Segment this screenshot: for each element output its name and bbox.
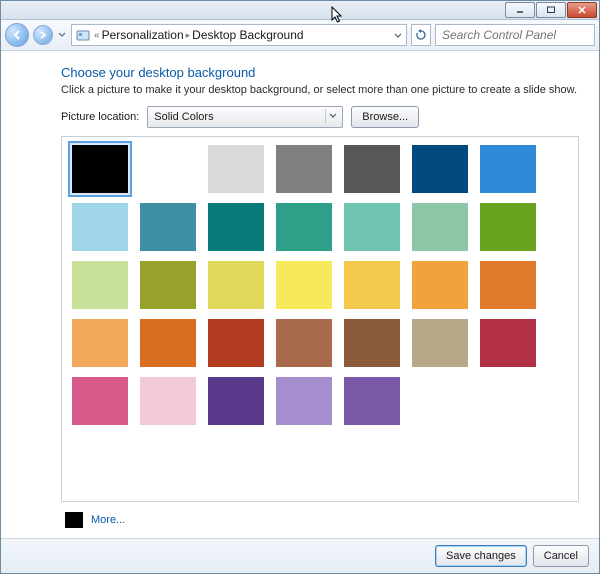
color-swatch[interactable] bbox=[72, 319, 128, 367]
color-swatch[interactable] bbox=[344, 319, 400, 367]
color-swatch[interactable] bbox=[72, 145, 128, 193]
more-link[interactable]: More... bbox=[91, 514, 125, 526]
color-swatch[interactable] bbox=[208, 377, 264, 425]
color-swatch[interactable] bbox=[208, 261, 264, 309]
breadcrumb[interactable]: « Personalization ▸ Desktop Background bbox=[94, 28, 304, 42]
color-swatch[interactable] bbox=[140, 261, 196, 309]
color-swatch[interactable] bbox=[140, 203, 196, 251]
close-button[interactable] bbox=[567, 2, 597, 18]
color-swatch[interactable] bbox=[276, 261, 332, 309]
content-area: Choose your desktop background Click a p… bbox=[1, 51, 599, 538]
color-swatch[interactable] bbox=[208, 319, 264, 367]
breadcrumb-level2[interactable]: Desktop Background bbox=[192, 28, 303, 42]
picture-location-selected: Solid Colors bbox=[154, 111, 213, 123]
color-swatch[interactable] bbox=[140, 377, 196, 425]
nav-history-dropdown[interactable] bbox=[57, 24, 67, 46]
more-swatch bbox=[65, 512, 83, 528]
color-swatch[interactable] bbox=[72, 261, 128, 309]
navbar: « Personalization ▸ Desktop Background bbox=[1, 20, 599, 51]
swatch-frame bbox=[61, 136, 579, 502]
titlebar bbox=[1, 1, 599, 20]
browse-button[interactable]: Browse... bbox=[351, 106, 419, 128]
color-swatch[interactable] bbox=[140, 319, 196, 367]
forward-arrow-icon bbox=[39, 31, 47, 39]
chevron-down-icon bbox=[58, 32, 66, 38]
address-dropdown[interactable] bbox=[394, 28, 402, 42]
chevron-down-icon bbox=[394, 33, 402, 39]
color-swatch[interactable] bbox=[208, 203, 264, 251]
color-swatch[interactable] bbox=[276, 319, 332, 367]
refresh-button[interactable] bbox=[411, 24, 431, 46]
address-bar[interactable]: « Personalization ▸ Desktop Background bbox=[71, 24, 407, 46]
page-title: Choose your desktop background bbox=[61, 65, 579, 80]
search-box[interactable] bbox=[435, 24, 595, 46]
picture-location-select[interactable]: Solid Colors bbox=[147, 106, 343, 128]
swatch-grid bbox=[72, 145, 568, 425]
refresh-icon bbox=[415, 29, 427, 41]
search-input[interactable] bbox=[440, 27, 600, 43]
window: « Personalization ▸ Desktop Background C… bbox=[0, 0, 600, 574]
footer: Save changes Cancel bbox=[1, 538, 599, 573]
color-swatch[interactable] bbox=[72, 377, 128, 425]
color-swatch[interactable] bbox=[412, 261, 468, 309]
color-swatch[interactable] bbox=[412, 319, 468, 367]
picture-location-row: Picture location: Solid Colors Browse... bbox=[61, 106, 579, 128]
color-swatch[interactable] bbox=[412, 145, 468, 193]
color-swatch[interactable] bbox=[276, 377, 332, 425]
color-swatch[interactable] bbox=[140, 145, 196, 193]
nav-back-button[interactable] bbox=[5, 23, 29, 47]
color-swatch[interactable] bbox=[72, 203, 128, 251]
maximize-button[interactable] bbox=[536, 2, 566, 18]
picture-location-label: Picture location: bbox=[61, 111, 139, 123]
color-swatch[interactable] bbox=[480, 319, 536, 367]
chevron-right-icon: ▸ bbox=[186, 30, 191, 41]
color-swatch[interactable] bbox=[344, 145, 400, 193]
page-subtitle: Click a picture to make it your desktop … bbox=[61, 84, 579, 96]
color-swatch[interactable] bbox=[344, 203, 400, 251]
color-swatch[interactable] bbox=[276, 203, 332, 251]
chevron-down-icon bbox=[325, 109, 340, 123]
save-changes-button[interactable]: Save changes bbox=[435, 545, 527, 567]
minimize-button[interactable] bbox=[505, 2, 535, 18]
nav-forward-button[interactable] bbox=[33, 25, 53, 45]
back-arrow-icon bbox=[12, 30, 22, 40]
color-swatch[interactable] bbox=[412, 203, 468, 251]
color-swatch[interactable] bbox=[480, 261, 536, 309]
more-row: More... bbox=[61, 502, 579, 532]
color-swatch[interactable] bbox=[344, 377, 400, 425]
color-swatch[interactable] bbox=[344, 261, 400, 309]
color-swatch[interactable] bbox=[480, 145, 536, 193]
control-panel-icon bbox=[76, 28, 90, 42]
color-swatch[interactable] bbox=[208, 145, 264, 193]
breadcrumb-level1[interactable]: Personalization bbox=[102, 28, 184, 42]
color-swatch[interactable] bbox=[276, 145, 332, 193]
cancel-button[interactable]: Cancel bbox=[533, 545, 589, 567]
color-swatch[interactable] bbox=[480, 203, 536, 251]
